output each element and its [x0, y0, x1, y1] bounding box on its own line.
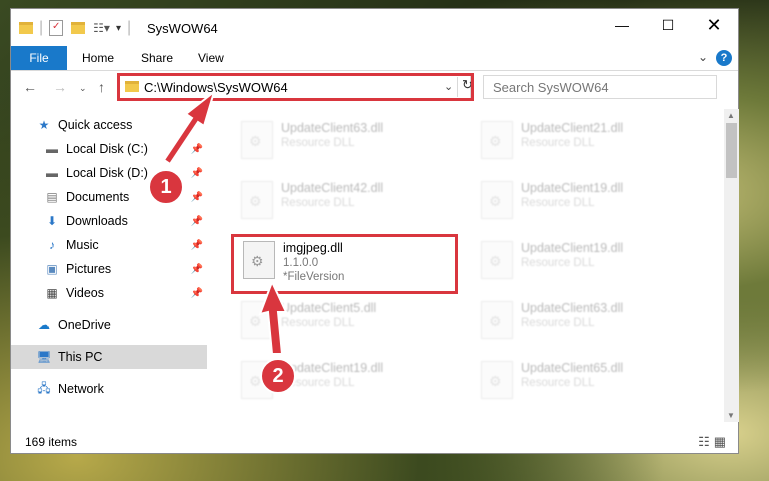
- annotation-badge-1: 1: [148, 169, 184, 205]
- annotation-arrow-1: [162, 89, 216, 166]
- annotation-arrow-2: [258, 279, 288, 355]
- annotation-badge-2: 2: [260, 358, 296, 394]
- annotation-arrows: [162, 89, 288, 355]
